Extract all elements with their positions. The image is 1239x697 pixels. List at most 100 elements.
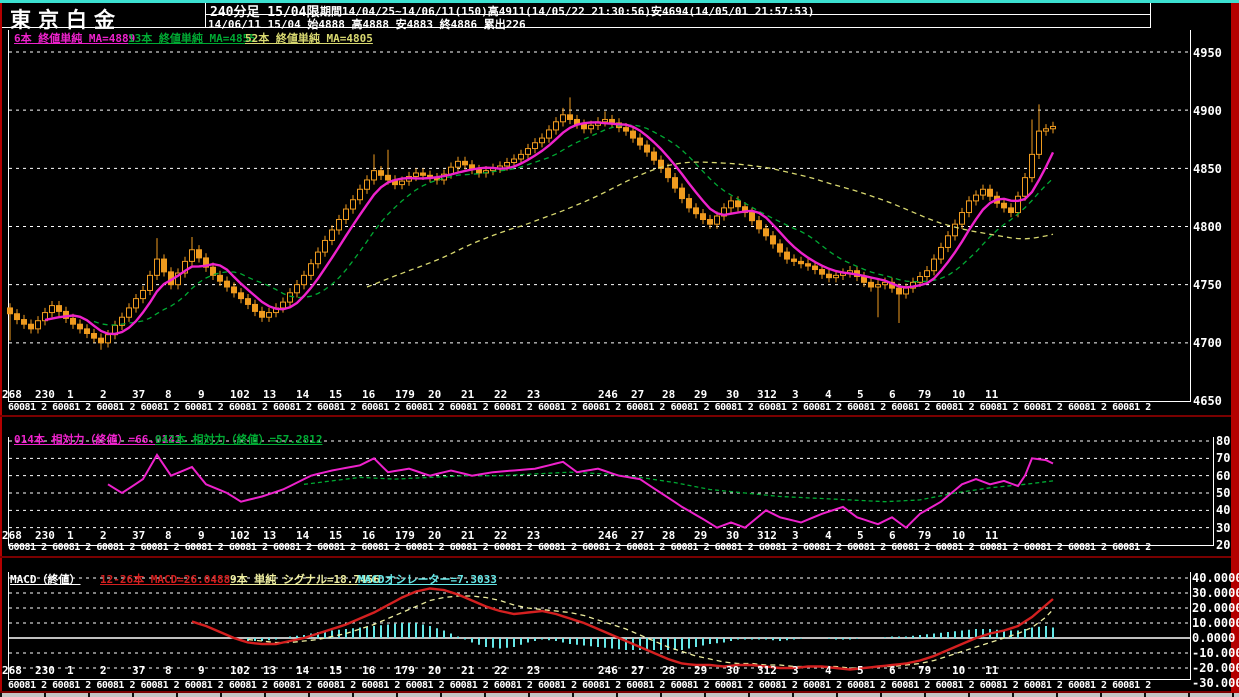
date-tick: 268 xyxy=(2,529,22,542)
date-tick: 8 xyxy=(165,388,172,401)
macd-legend-item: MACDオシレーター=7.3033 xyxy=(358,573,497,586)
date-tick: 16 xyxy=(362,388,376,401)
ma-legend: 6本 終値単純 MA=4889 13本 終値単純 MA=4855 52本 終値単純 … xyxy=(0,30,1150,45)
date-tick: 16 xyxy=(362,529,376,542)
macd-axis-tick: 20.0000 xyxy=(1192,601,1239,615)
price-axis-tick: 4850 xyxy=(1193,162,1222,176)
ma-legend-item: 13本 終値単純 MA=4855 xyxy=(128,32,256,45)
date-tick: 22 xyxy=(494,529,508,542)
date-tick: 230 xyxy=(35,388,55,401)
horizontal-scrollbar[interactable] xyxy=(0,693,1239,697)
rsi-axis-tick: 40 xyxy=(1216,503,1231,517)
rsi-legend-item: 042本 相対力（終値）=57.2812 xyxy=(155,433,323,446)
header-box-right xyxy=(1150,3,1151,28)
price-axis-tick: 4950 xyxy=(1193,46,1222,60)
date-tick: 230 xyxy=(35,529,55,542)
date-axis-main: 268 230 1 2 37 8 9 102 13 14 15 16 179 20 21 22 23 246 27 2… xyxy=(0,388,1190,401)
date-tick: 179 xyxy=(395,664,415,677)
date-tick: 9 xyxy=(198,388,205,401)
date-tick: 2 xyxy=(100,664,107,677)
date-tick: 29 xyxy=(694,529,708,542)
date-tick: 2 xyxy=(100,388,107,401)
date-tick: 23 xyxy=(527,388,541,401)
price-axis-tick: 4700 xyxy=(1193,336,1222,350)
date-tick: 29 xyxy=(694,664,708,677)
date-tick: 13 xyxy=(263,529,277,542)
date-tick: 28 xyxy=(662,529,676,542)
date-tick: 22 xyxy=(494,664,508,677)
header-divider-bottom xyxy=(2,27,1150,28)
rsi-axis-tick: 20 xyxy=(1216,538,1231,552)
date-tick: 5 xyxy=(857,388,864,401)
date-tick: 14 xyxy=(296,664,310,677)
rsi-legend: 014本 相対力（終値）=66.9141 042本 相対力（終値）=57.2812 xyxy=(0,431,1150,446)
date-tick: 29 xyxy=(694,388,708,401)
date-tick: 179 xyxy=(395,388,415,401)
date-tick: 11 xyxy=(985,529,999,542)
date-tick: 28 xyxy=(662,664,676,677)
date-tick: 30 xyxy=(726,664,740,677)
rsi-axis-tick: 80 xyxy=(1216,434,1231,448)
date-tick: 3 xyxy=(792,388,799,401)
macd-axis-tick: -20.0000 xyxy=(1192,661,1239,675)
date-tick: 6 xyxy=(889,664,896,677)
date-tick: 11 xyxy=(985,664,999,677)
date-tick: 102 xyxy=(230,664,250,677)
date-tick: 79 xyxy=(918,664,932,677)
macd-axis-tick: 30.0000 xyxy=(1192,586,1239,600)
panel-separator-1 xyxy=(0,415,1231,417)
date-tick: 37 xyxy=(132,529,146,542)
macd-legend-item: 12-26本 MACD=26.0488 xyxy=(100,573,231,586)
rsi-axis-tick: 70 xyxy=(1216,451,1231,465)
date-tick: 8 xyxy=(165,664,172,677)
date-tick: 2 xyxy=(100,529,107,542)
time-axis-main: 60081 2 60081 2 60081 2 60081 2 60081 2 … xyxy=(8,402,1153,413)
date-tick: 22 xyxy=(494,388,508,401)
macd-legend-title: MACD（終値） xyxy=(10,573,81,586)
date-tick: 10 xyxy=(952,529,966,542)
date-tick: 312 xyxy=(757,529,777,542)
date-tick: 79 xyxy=(918,529,932,542)
date-tick: 8 xyxy=(165,529,172,542)
date-tick: 1 xyxy=(67,664,74,677)
date-tick: 10 xyxy=(952,388,966,401)
date-tick: 9 xyxy=(198,664,205,677)
date-tick: 23 xyxy=(527,664,541,677)
date-tick: 246 xyxy=(598,388,618,401)
date-tick: 14 xyxy=(296,388,310,401)
date-tick: 230 xyxy=(35,664,55,677)
date-tick: 27 xyxy=(631,388,645,401)
date-tick: 3 xyxy=(792,529,799,542)
date-tick: 9 xyxy=(198,529,205,542)
date-tick: 15 xyxy=(329,664,343,677)
date-tick: 10 xyxy=(952,664,966,677)
date-tick: 6 xyxy=(889,529,896,542)
date-tick: 312 xyxy=(757,388,777,401)
date-tick: 16 xyxy=(362,664,376,677)
macd-axis-tick: -30.0000 xyxy=(1192,676,1239,690)
date-tick: 4 xyxy=(825,388,832,401)
chart-canvas xyxy=(7,30,1214,680)
macd-legend: MACD（終値） 12-26本 MACD=26.0488 9本 単純 シグナル=18… xyxy=(0,571,1150,586)
price-axis-tick: 4800 xyxy=(1193,220,1222,234)
rsi-axis-tick: 30 xyxy=(1216,521,1231,535)
time-axis-rsi: 60081 2 60081 2 60081 2 60081 2 60081 2 … xyxy=(8,542,1153,553)
price-axis-tick: 4750 xyxy=(1193,278,1222,292)
date-tick: 20 xyxy=(428,388,442,401)
date-tick: 6 xyxy=(889,388,896,401)
date-tick: 246 xyxy=(598,529,618,542)
date-tick: 268 xyxy=(2,664,22,677)
left-border xyxy=(0,3,2,693)
date-tick: 21 xyxy=(461,664,475,677)
price-axis-tick: 4650 xyxy=(1193,394,1222,408)
ma-legend-item: 52本 終値単純 MA=4805 xyxy=(245,32,373,45)
date-tick: 28 xyxy=(662,388,676,401)
rsi-axis-tick: 60 xyxy=(1216,469,1231,483)
date-tick: 246 xyxy=(598,664,618,677)
date-tick: 4 xyxy=(825,664,832,677)
date-tick: 23 xyxy=(527,529,541,542)
date-tick: 30 xyxy=(726,529,740,542)
date-tick: 1 xyxy=(67,388,74,401)
date-tick: 5 xyxy=(857,529,864,542)
date-tick: 13 xyxy=(263,388,277,401)
